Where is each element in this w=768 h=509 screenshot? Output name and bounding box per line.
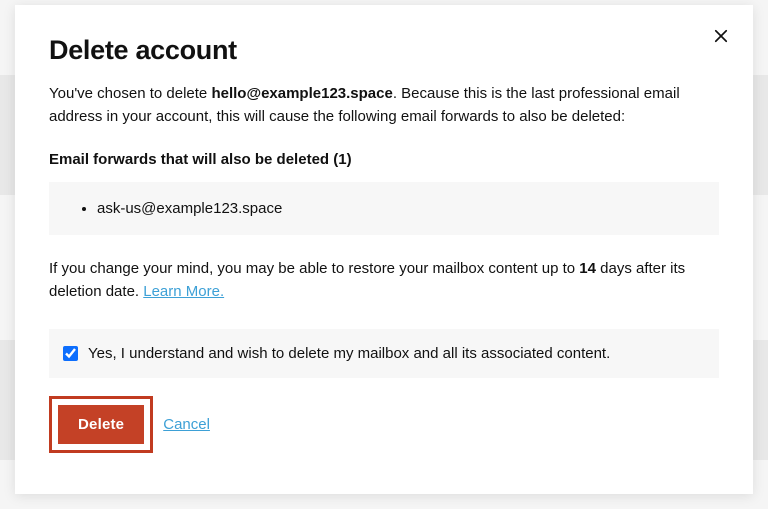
intro-email: hello@example123.space (211, 85, 392, 102)
confirm-checkbox[interactable] (63, 346, 78, 361)
modal-title: Delete account (49, 35, 719, 66)
intro-text: You've chosen to delete hello@example123… (49, 82, 719, 129)
delete-account-modal: Delete account You've chosen to delete h… (15, 5, 753, 494)
close-icon (712, 27, 730, 48)
forwards-heading: Email forwards that will also be deleted… (49, 151, 719, 168)
cancel-link[interactable]: Cancel (163, 416, 210, 433)
restore-prefix: If you change your mind, you may be able… (49, 260, 579, 277)
forwards-list-box: ask-us@example123.space (49, 182, 719, 235)
intro-prefix: You've chosen to delete (49, 85, 211, 102)
confirm-box: Yes, I understand and wish to delete my … (49, 329, 719, 378)
forwards-list: ask-us@example123.space (97, 198, 699, 219)
learn-more-link[interactable]: Learn More. (143, 283, 224, 300)
restore-text: If you change your mind, you may be able… (49, 257, 719, 304)
close-button[interactable] (707, 23, 735, 51)
confirm-label[interactable]: Yes, I understand and wish to delete my … (88, 345, 610, 362)
modal-actions: Delete Cancel (49, 396, 719, 453)
delete-button[interactable]: Delete (58, 405, 144, 444)
delete-highlight-frame: Delete (49, 396, 153, 453)
list-item: ask-us@example123.space (97, 198, 699, 219)
restore-days: 14 (579, 260, 596, 277)
